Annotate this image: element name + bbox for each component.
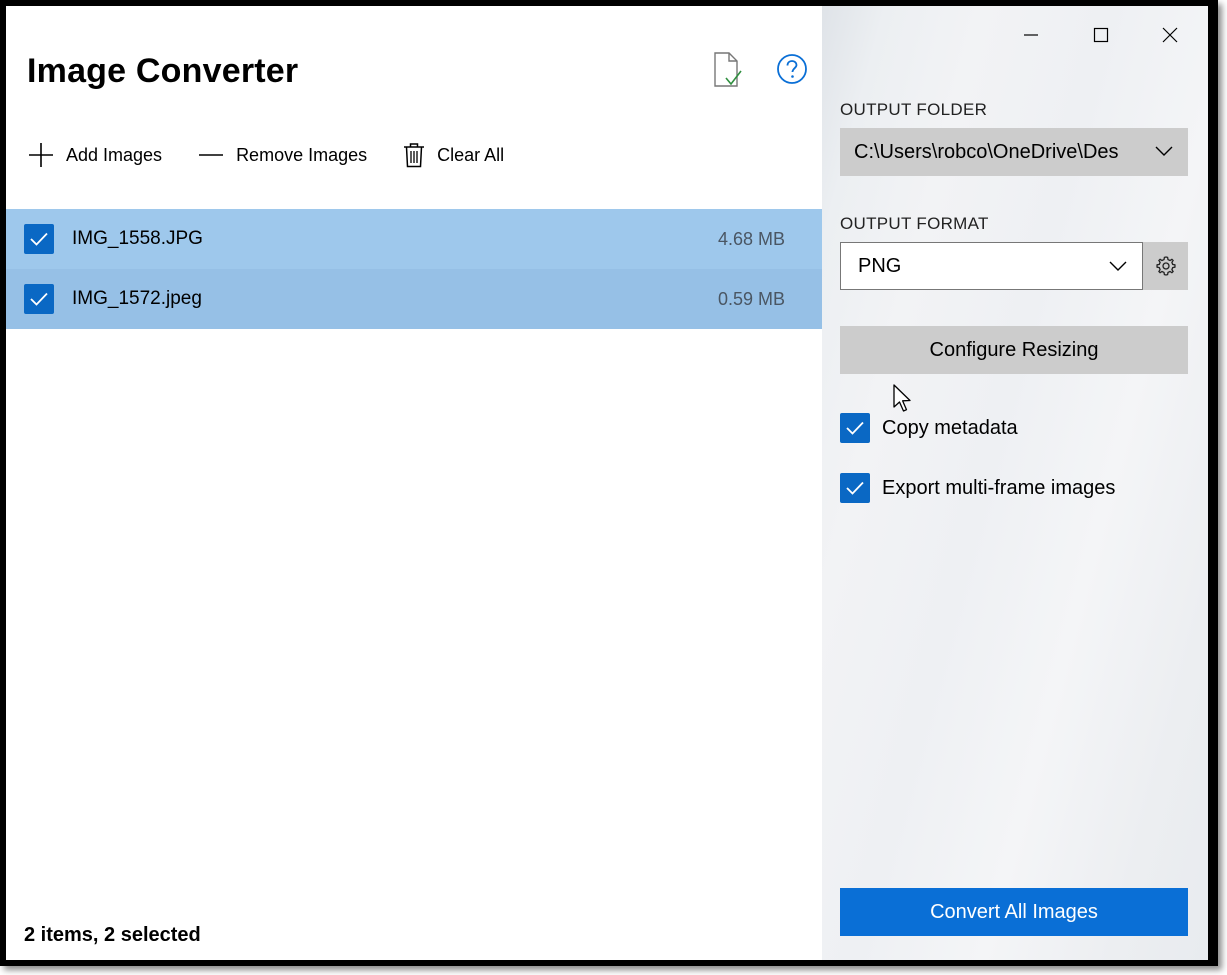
checkmark-icon — [846, 421, 864, 435]
export-multiframe-option[interactable]: Export multi-frame images — [840, 473, 1115, 503]
add-images-button[interactable]: Add Images — [28, 142, 162, 168]
configure-resizing-button[interactable]: Configure Resizing — [840, 326, 1188, 374]
file-row[interactable]: IMG_1558.JPG 4.68 MB — [6, 209, 822, 269]
export-multiframe-checkbox[interactable] — [840, 473, 870, 503]
convert-all-button[interactable]: Convert All Images — [840, 888, 1188, 936]
file-size: 0.59 MB — [717, 288, 785, 309]
checkmark-icon — [30, 292, 48, 306]
output-folder-label: OUTPUT FOLDER — [840, 100, 988, 119]
trash-icon — [404, 143, 425, 168]
clear-all-button[interactable]: Clear All — [403, 142, 504, 168]
copy-metadata-label: Copy metadata — [882, 416, 1018, 439]
export-multiframe-label: Export multi-frame images — [882, 476, 1116, 499]
status-text: 2 items, 2 selected — [24, 924, 201, 946]
clear-all-label: Clear All — [437, 144, 505, 165]
file-list: IMG_1558.JPG 4.68 MB IMG_1572.jpeg 0.59 … — [6, 209, 822, 329]
close-icon — [1162, 27, 1178, 43]
checkmark-icon — [846, 481, 864, 495]
minimize-button[interactable] — [1011, 20, 1051, 50]
plus-icon — [29, 143, 53, 167]
minimize-icon — [1024, 34, 1038, 36]
add-images-label: Add Images — [66, 144, 163, 165]
copy-metadata-checkbox[interactable] — [840, 413, 870, 443]
gear-icon — [1155, 256, 1176, 276]
checkmark-icon — [30, 232, 48, 246]
app-title: Image Converter — [27, 52, 299, 90]
minus-icon — [199, 154, 224, 156]
file-checkbox[interactable] — [24, 224, 54, 254]
output-format-dropdown[interactable]: PNG — [840, 242, 1143, 290]
output-format-value: PNG — [858, 254, 902, 277]
file-pane: Image Converter Add Images Remove Images… — [6, 6, 822, 960]
file-check-icon[interactable] — [710, 50, 744, 90]
maximize-button[interactable] — [1081, 20, 1121, 50]
file-size: 4.68 MB — [717, 228, 785, 249]
remove-images-button[interactable]: Remove Images — [198, 142, 367, 168]
app-window: Image Converter Add Images Remove Images… — [0, 0, 1218, 966]
chevron-down-icon — [1155, 146, 1173, 156]
copy-metadata-option[interactable]: Copy metadata — [840, 413, 1018, 443]
output-folder-dropdown[interactable]: C:\Users\robco\OneDrive\Des — [840, 128, 1188, 176]
file-name: IMG_1558.JPG — [72, 228, 203, 249]
settings-pane: OUTPUT FOLDER C:\Users\robco\OneDrive\De… — [822, 6, 1208, 960]
output-format-label: OUTPUT FORMAT — [840, 214, 989, 233]
mouse-cursor-icon — [893, 384, 911, 412]
close-button[interactable] — [1150, 20, 1190, 50]
toolbar: Add Images Remove Images Clear All — [28, 140, 540, 170]
maximize-icon — [1093, 27, 1109, 43]
file-name: IMG_1572.jpeg — [72, 288, 202, 309]
file-checkbox[interactable] — [24, 284, 54, 314]
format-settings-button[interactable] — [1143, 242, 1188, 290]
output-folder-value: C:\Users\robco\OneDrive\Des — [854, 140, 1119, 163]
help-icon[interactable] — [775, 52, 809, 86]
file-row[interactable]: IMG_1572.jpeg 0.59 MB — [6, 269, 822, 329]
remove-images-label: Remove Images — [236, 144, 368, 165]
chevron-down-icon — [1109, 261, 1127, 271]
